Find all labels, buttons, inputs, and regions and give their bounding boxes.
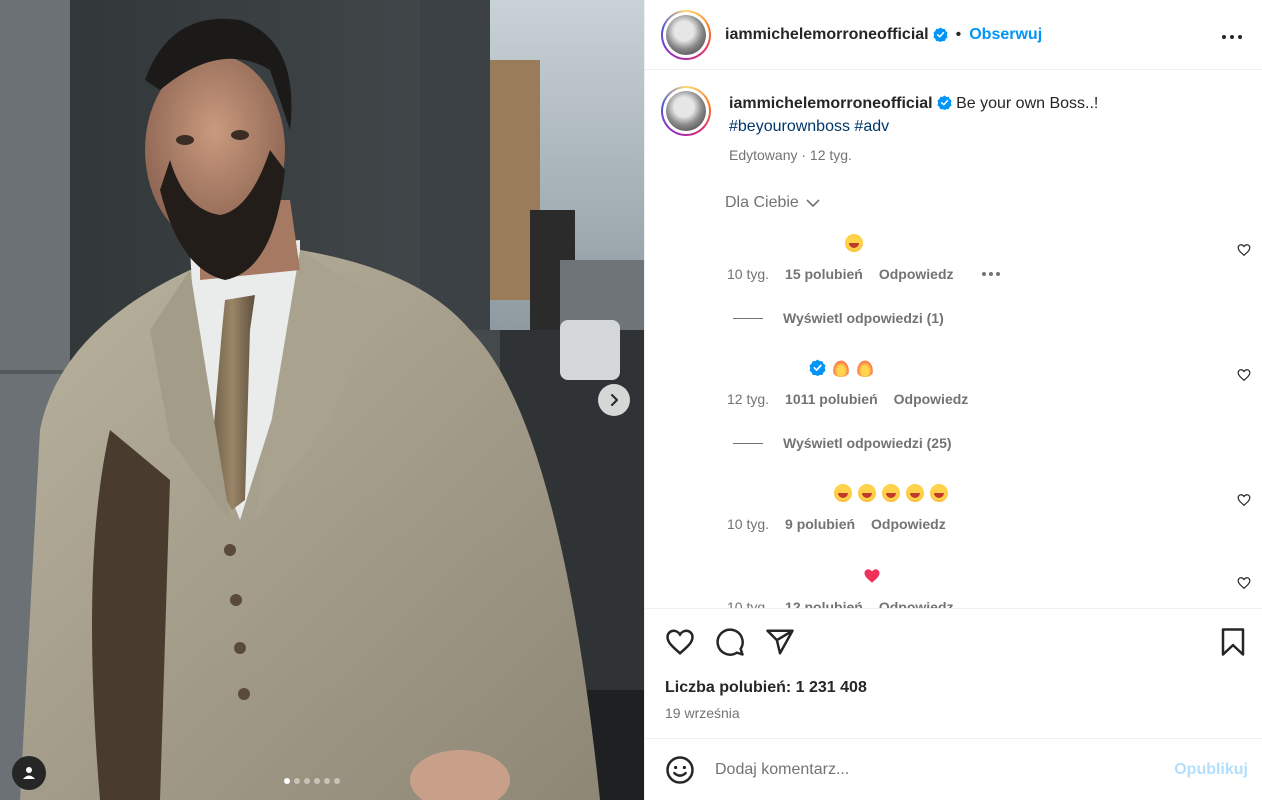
comment-likes[interactable]: 1011 polubień bbox=[785, 391, 878, 407]
share-send-icon[interactable] bbox=[765, 627, 795, 657]
comment-text bbox=[834, 484, 948, 502]
like-comment-heart-icon[interactable] bbox=[1237, 368, 1251, 382]
like-heart-icon[interactable] bbox=[665, 627, 695, 657]
verified-badge-icon bbox=[809, 359, 826, 381]
fire-emoji-icon bbox=[856, 359, 874, 377]
carousel-dot bbox=[304, 778, 310, 784]
laugh-emoji-icon bbox=[930, 484, 948, 502]
laugh-emoji-icon bbox=[906, 484, 924, 502]
separator-dot: • bbox=[955, 25, 962, 43]
comment-more-icon[interactable] bbox=[981, 272, 1000, 276]
comment-likes[interactable]: 12 polubień bbox=[785, 599, 863, 608]
laugh-emoji-icon bbox=[882, 484, 900, 502]
comments-list[interactable]: iammichelemorroneofficial Be your own Bo… bbox=[645, 70, 1262, 608]
comment-text bbox=[863, 567, 881, 585]
comment-text bbox=[809, 359, 874, 381]
comment-time: 12 tyg. bbox=[727, 391, 770, 407]
add-comment-bar: Opublikuj bbox=[645, 738, 1262, 800]
tagged-users-button[interactable] bbox=[12, 756, 46, 790]
comment-input[interactable] bbox=[715, 757, 1155, 783]
caption-meta: Edytowany · 12 tyg. bbox=[729, 147, 852, 163]
carousel-dot bbox=[314, 778, 320, 784]
like-comment-heart-icon[interactable] bbox=[1237, 576, 1251, 590]
post-date: 19 września bbox=[665, 705, 740, 721]
laugh-emoji-icon bbox=[845, 234, 863, 252]
likes-count[interactable]: Liczba polubień: 1 231 408 bbox=[665, 679, 867, 697]
reply-button[interactable]: Odpowiedz bbox=[871, 516, 946, 532]
sort-label: Dla Ciebie bbox=[725, 194, 799, 211]
heart-emoji-icon bbox=[864, 569, 880, 583]
carousel-dot bbox=[284, 778, 290, 784]
comment-time: 10 tyg. bbox=[727, 516, 770, 532]
comment-likes[interactable]: 9 polubień bbox=[785, 516, 855, 532]
more-options-button[interactable] bbox=[1220, 23, 1244, 47]
comment-text bbox=[845, 234, 863, 252]
hashtag-link[interactable]: #beyourownboss bbox=[729, 118, 850, 135]
like-comment-heart-icon[interactable] bbox=[1237, 493, 1251, 507]
comment-likes[interactable]: 15 polubień bbox=[785, 266, 863, 282]
reply-button[interactable]: Odpowiedz bbox=[894, 391, 969, 407]
view-replies-button[interactable]: Wyświetl odpowiedzi (1) bbox=[733, 310, 944, 326]
reply-button[interactable]: Odpowiedz bbox=[879, 599, 954, 608]
reply-button[interactable]: Odpowiedz bbox=[879, 266, 954, 282]
post-photo bbox=[0, 0, 644, 800]
user-icon bbox=[23, 767, 35, 779]
follow-button[interactable]: Obserwuj bbox=[969, 26, 1042, 44]
avatar[interactable] bbox=[661, 9, 711, 60]
post-actions: Liczba polubień: 1 231 408 19 września bbox=[645, 608, 1262, 738]
caption: iammichelemorroneofficial Be your own Bo… bbox=[645, 70, 1262, 167]
like-comment-heart-icon[interactable] bbox=[1237, 243, 1251, 257]
post-header: iammichelemorroneofficial • Obserwuj bbox=[645, 0, 1262, 70]
verified-badge-icon bbox=[937, 95, 952, 110]
fire-emoji-icon bbox=[832, 359, 850, 377]
post-username[interactable]: iammichelemorroneofficial bbox=[725, 26, 929, 44]
verified-badge-icon bbox=[933, 27, 948, 42]
bookmark-icon[interactable] bbox=[1218, 627, 1248, 657]
chevron-right-icon bbox=[611, 394, 618, 406]
publish-button[interactable]: Opublikuj bbox=[1174, 761, 1248, 779]
chevron-down-icon bbox=[806, 199, 820, 208]
hashtag-link[interactable]: #adv bbox=[854, 118, 889, 135]
carousel-next-button[interactable] bbox=[598, 384, 630, 416]
carousel-indicator bbox=[284, 778, 340, 784]
view-replies-button[interactable]: Wyświetl odpowiedzi (25) bbox=[733, 435, 952, 451]
caption-username[interactable]: iammichelemorroneofficial bbox=[729, 95, 933, 112]
comment-sort-dropdown[interactable]: Dla Ciebie bbox=[725, 194, 1262, 212]
laugh-emoji-icon bbox=[858, 484, 876, 502]
post-details-panel: iammichelemorroneofficial • Obserwuj iam… bbox=[644, 0, 1262, 800]
emoji-picker-icon[interactable] bbox=[665, 755, 695, 785]
caption-text: Be your own Boss..! bbox=[956, 95, 1099, 112]
comment-bubble-icon[interactable] bbox=[715, 627, 745, 657]
carousel-dot bbox=[334, 778, 340, 784]
comment-time: 10 tyg. bbox=[727, 266, 770, 282]
carousel-dot bbox=[294, 778, 300, 784]
carousel-dot bbox=[324, 778, 330, 784]
caption-avatar[interactable] bbox=[661, 86, 711, 136]
laugh-emoji-icon bbox=[834, 484, 852, 502]
more-horizontal-icon bbox=[1220, 26, 1244, 44]
post-media[interactable] bbox=[0, 0, 644, 800]
comment-time: 10 tyg. bbox=[727, 599, 770, 608]
